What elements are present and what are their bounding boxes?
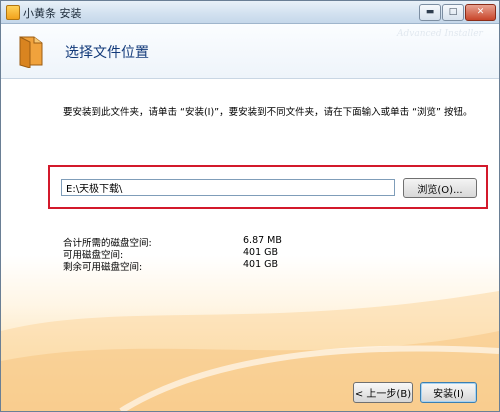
installer-watermark: Advanced Installer bbox=[397, 29, 483, 39]
page-header: 选择文件位置 Advanced Installer bbox=[1, 24, 499, 79]
page-title: 选择文件位置 bbox=[65, 45, 149, 61]
folder-icon bbox=[19, 36, 43, 68]
disk-space-value: 401 GB bbox=[243, 259, 279, 270]
disk-space-value: 6.87 MB bbox=[243, 235, 282, 246]
maximize-button[interactable]: □ bbox=[442, 4, 464, 21]
install-button[interactable]: 安装(I) bbox=[420, 382, 477, 403]
close-button[interactable]: ✕ bbox=[465, 4, 496, 21]
disk-space-value: 401 GB bbox=[243, 247, 279, 258]
window-title: 小黄条 安装 bbox=[23, 7, 82, 20]
instruction-text: 要安装到此文件夹，请单击 “安装(I)”，要安装到不同文件夹，请在下面输入或单击… bbox=[63, 107, 473, 118]
browse-button[interactable]: 浏览(O)... bbox=[403, 178, 477, 198]
installer-window: 小黄条 安装 ▬ □ ✕ 选择文件位置 Advanced Installer 要… bbox=[0, 0, 500, 412]
app-icon bbox=[6, 5, 20, 20]
title-bar[interactable]: 小黄条 安装 ▬ □ ✕ bbox=[1, 1, 499, 24]
install-path-input[interactable] bbox=[61, 179, 395, 196]
back-button[interactable]: < 上一步(B) bbox=[353, 382, 413, 403]
minimize-button[interactable]: ▬ bbox=[419, 4, 441, 21]
disk-space-label: 剩余可用磁盘空间: bbox=[63, 262, 143, 273]
